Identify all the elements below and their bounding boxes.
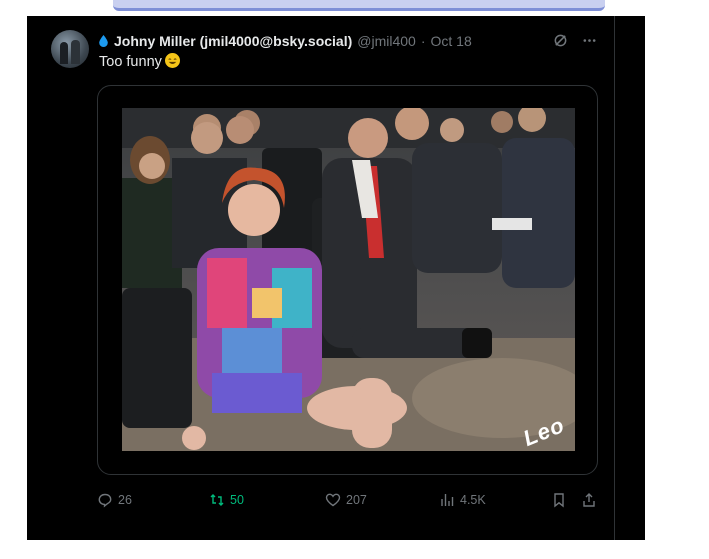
more-icon[interactable]	[582, 33, 597, 52]
author-handle[interactable]: @jmil400	[357, 33, 416, 49]
water-drop-icon	[99, 35, 108, 47]
repost-icon	[210, 494, 224, 506]
views-button[interactable]: 4.5K	[439, 492, 486, 508]
reply-count: 26	[118, 493, 132, 507]
action-bar: 26 50 207 4.5K	[97, 492, 600, 510]
share-icon	[583, 493, 595, 507]
views-count: 4.5K	[460, 493, 486, 507]
reply-icon	[98, 493, 112, 508]
repost-count: 50	[230, 493, 244, 507]
column-divider	[614, 16, 615, 540]
photo-illustration	[122, 108, 575, 451]
repost-button[interactable]: 50	[209, 492, 244, 508]
post-date[interactable]: Oct 18	[431, 33, 472, 49]
post-header: Johny Miller (jmil4000@bsky.social) @jmi…	[99, 32, 472, 50]
date-separator: ·	[420, 33, 426, 49]
post-text-content: Too funny	[99, 54, 162, 70]
grok-icon[interactable]	[553, 33, 568, 52]
like-button[interactable]: 207	[325, 492, 367, 508]
avatar[interactable]	[51, 30, 89, 68]
post-card[interactable]: Johny Miller (jmil4000@bsky.social) @jmi…	[27, 16, 645, 540]
post-text: Too funny	[99, 53, 180, 70]
top-window-bar	[113, 0, 605, 11]
laughing-emoji-icon	[164, 53, 180, 68]
views-icon	[441, 494, 454, 506]
bookmark-icon	[554, 493, 564, 508]
like-icon	[325, 493, 341, 507]
media-frame[interactable]: Leo	[97, 85, 598, 475]
reply-button[interactable]: 26	[97, 492, 132, 508]
like-count: 207	[346, 493, 367, 507]
author-name[interactable]: Johny Miller (jmil4000@bsky.social)	[114, 33, 352, 49]
post-photo[interactable]: Leo	[122, 108, 575, 451]
bookmark-button[interactable]	[551, 492, 567, 508]
header-actions	[553, 33, 597, 52]
share-button[interactable]	[581, 492, 597, 508]
